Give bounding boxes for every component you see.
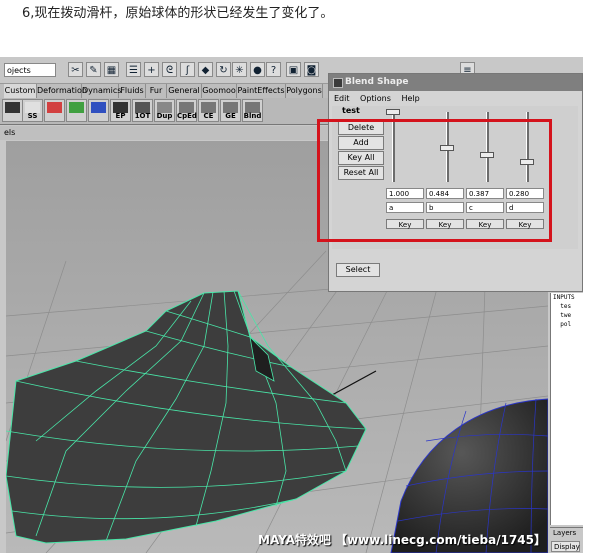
globe-icon[interactable]: ● xyxy=(250,62,265,77)
layer-editor: Layers Display xyxy=(550,527,583,553)
caption-text: 6,现在拨动滑杆，原始球体的形状已经发生了变化了。 xyxy=(22,6,334,21)
display-tab[interactable]: Display xyxy=(551,541,580,552)
shelf-tab-fluids[interactable]: Fluids xyxy=(119,84,146,98)
slider-handle[interactable] xyxy=(386,109,400,115)
menu-options[interactable]: Options xyxy=(360,94,391,103)
menu-edit[interactable]: Edit xyxy=(334,94,350,103)
blend-shape-menubar: Edit Options Help xyxy=(329,92,582,105)
shelf-tab-deformation[interactable]: Deformation xyxy=(37,84,87,98)
blend-shape-title-bar[interactable]: Blend Shape xyxy=(329,74,582,91)
shelf-item-11[interactable]: Blnd xyxy=(242,99,263,122)
script-line: INPUTS xyxy=(553,294,575,301)
shelf-item-4[interactable] xyxy=(88,99,109,122)
shelf-item-label: Blnd xyxy=(243,112,262,120)
lock-icon[interactable]: ▣ xyxy=(286,62,301,77)
shelf-tab-general[interactable]: General xyxy=(167,84,202,98)
shelf-item-5[interactable]: EP xyxy=(110,99,131,122)
window-title: Blend Shape xyxy=(345,77,409,87)
shelf-item-9[interactable]: CE xyxy=(198,99,219,122)
shelf-tab-bar: Custom Deformation Dynamics Fluids Fur Genera… xyxy=(0,84,330,98)
list-icon[interactable]: ☰ xyxy=(126,62,141,77)
shelf-item-3[interactable] xyxy=(66,99,87,122)
script-editor-panel: INPUTS tes twe pol xyxy=(550,293,583,525)
shelf: SS EP 1OT Dup CpEd CE GE Blnd xyxy=(0,98,330,125)
help-icon[interactable]: ? xyxy=(266,62,281,77)
snowflake-icon[interactable]: ✳ xyxy=(232,62,247,77)
shelf-item-8[interactable]: CpEd xyxy=(176,99,197,122)
highlight-box xyxy=(317,119,552,242)
select-button[interactable]: Select xyxy=(336,263,380,277)
shelf-item-label: EP xyxy=(115,112,126,120)
rotate-icon[interactable]: ↻ xyxy=(216,62,231,77)
lasso-icon[interactable]: ᘓ xyxy=(162,62,177,77)
shelf-item-label: GE xyxy=(225,112,236,120)
shelf-item-6[interactable]: 1OT xyxy=(132,99,153,122)
shelf-item-glyph-icon xyxy=(5,102,20,113)
shelf-tab-painteffects[interactable]: PaintEffects xyxy=(237,84,286,98)
shelf-item-label: 1OT xyxy=(134,112,151,120)
script-line: tes xyxy=(553,303,572,310)
shelf-item-glyph-icon xyxy=(91,102,106,113)
plus-icon[interactable]: + xyxy=(144,62,159,77)
shelf-tab-dynamics[interactable]: Dynamics xyxy=(82,84,121,98)
cube-icon[interactable]: ◆ xyxy=(198,62,213,77)
layers-label: Layers xyxy=(553,529,577,537)
shelf-item-glyph-icon xyxy=(47,102,62,113)
script-line: twe xyxy=(553,312,572,319)
paint-icon[interactable]: ✎ xyxy=(86,62,101,77)
shelf-tab-polygons[interactable]: Polygons xyxy=(286,84,323,98)
script-line: pol xyxy=(553,321,572,328)
curve-icon[interactable]: ʃ xyxy=(180,62,195,77)
shelf-item-label: CpEd xyxy=(177,112,197,120)
panel-menu[interactable]: els xyxy=(0,126,330,140)
menu-help[interactable]: Help xyxy=(401,94,419,103)
shelf-item-2[interactable] xyxy=(44,99,65,122)
project-field[interactable]: ojects xyxy=(4,63,56,77)
scissors-icon[interactable]: ✂ xyxy=(68,62,83,77)
shelf-item-0[interactable] xyxy=(2,99,23,122)
camera-icon[interactable]: ◙ xyxy=(304,62,319,77)
shelf-item-glyph-icon xyxy=(69,102,84,113)
shelf-item-1[interactable]: SS xyxy=(22,99,43,122)
shelf-tab-goomoo[interactable]: Goomoo xyxy=(202,84,237,98)
shelf-tab-fur[interactable]: Fur xyxy=(146,84,167,98)
maya-screenshot: ojects ✂ ✎ ▦ ☰ + ᘓ ʃ ◆ ↻ ✳ ●? ▣ ◙ ≡ Custom Deformation… xyxy=(0,57,583,553)
shelf-item-10[interactable]: GE xyxy=(220,99,241,122)
grid-icon[interactable]: ▦ xyxy=(104,62,119,77)
watermark: MAYA特效吧 【www.linecg.com/tieba/1745】 xyxy=(258,533,547,547)
blend-node-name: test xyxy=(342,106,360,115)
window-menu-icon[interactable] xyxy=(333,78,343,88)
shelf-item-label: Dup xyxy=(156,112,173,120)
shelf-item-7[interactable]: Dup xyxy=(154,99,175,122)
shelf-item-label: CE xyxy=(203,112,214,120)
shelf-tab-custom[interactable]: Custom xyxy=(4,84,37,98)
shelf-item-label: SS xyxy=(27,112,38,120)
